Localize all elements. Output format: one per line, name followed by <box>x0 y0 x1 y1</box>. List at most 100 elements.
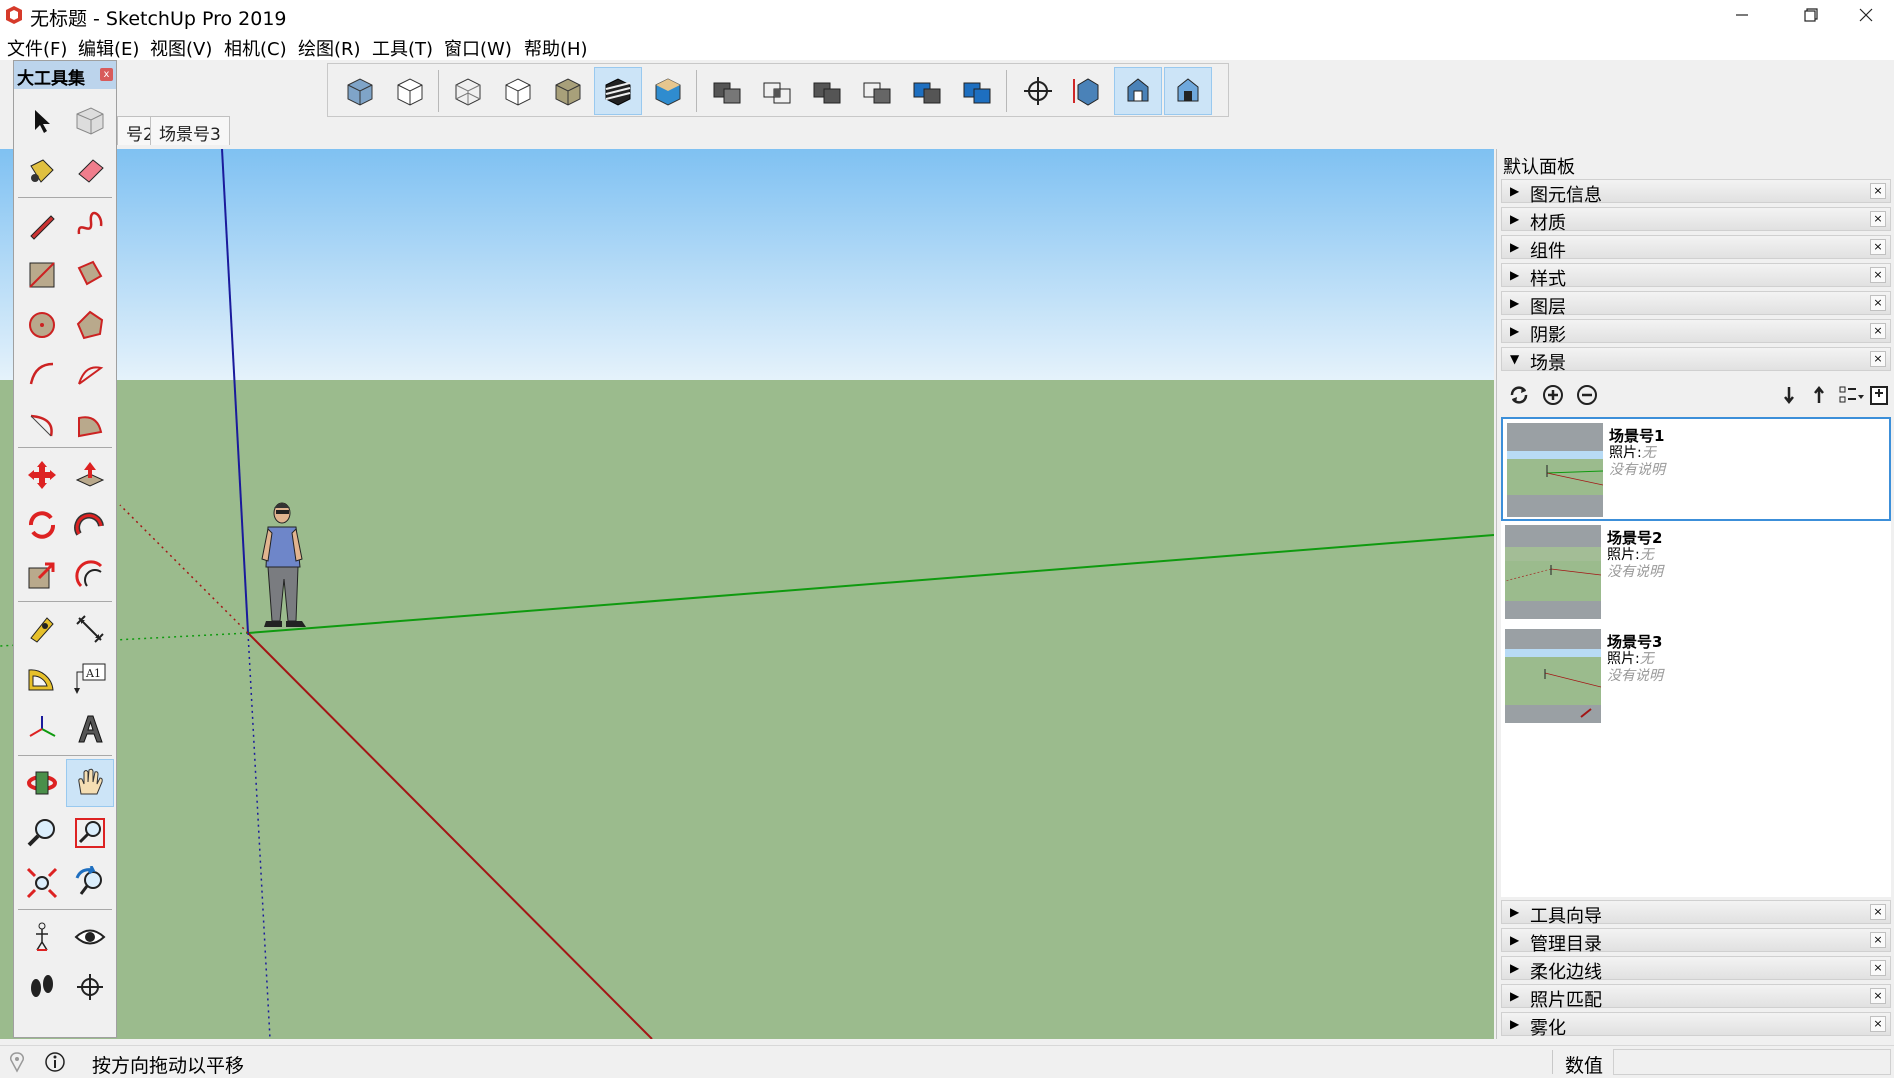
panel-outliner[interactable]: ▶ 管理目录 × <box>1501 928 1891 955</box>
text-label-icon[interactable]: A1 <box>66 655 114 703</box>
menu-draw[interactable]: 绘图(R) <box>298 35 361 61</box>
pan-hand-icon[interactable] <box>66 759 114 807</box>
shaded-style-icon[interactable] <box>544 67 592 115</box>
move-scene-up-icon[interactable] <box>1805 381 1833 409</box>
polygon-icon[interactable] <box>66 301 114 349</box>
panel-close-button[interactable]: × <box>1870 295 1886 311</box>
panel-scenes[interactable]: ▼ 场景 × <box>1501 347 1891 374</box>
panel-instructor[interactable]: ▶ 工具向导 × <box>1501 900 1891 927</box>
panel-close-button[interactable]: × <box>1870 323 1886 339</box>
shaded-textures-style-icon[interactable] <box>644 67 692 115</box>
pencil-line-icon[interactable] <box>18 201 66 249</box>
geo-location-icon[interactable] <box>6 1051 28 1078</box>
close-button[interactable] <box>1838 0 1894 30</box>
panel-components[interactable]: ▶ 组件 × <box>1501 235 1891 262</box>
menu-help[interactable]: 帮助(H) <box>524 35 588 61</box>
remove-scene-icon[interactable] <box>1573 381 1601 409</box>
panel-close-button[interactable]: × <box>1870 932 1886 948</box>
minimize-button[interactable] <box>1714 0 1770 30</box>
walk-icon[interactable] <box>18 963 66 1011</box>
measurements-input[interactable] <box>1613 1049 1891 1075</box>
previous-view-icon[interactable] <box>66 859 114 907</box>
protractor-icon[interactable] <box>18 655 66 703</box>
panel-close-button[interactable]: × <box>1870 1016 1886 1032</box>
arc-icon[interactable] <box>18 351 66 399</box>
menu-camera[interactable]: 相机(C) <box>224 35 287 61</box>
rectangle-icon[interactable] <box>18 251 66 299</box>
zoom-icon[interactable] <box>18 809 66 857</box>
panel-soften-edges[interactable]: ▶ 柔化边线 × <box>1501 956 1891 983</box>
zoom-extents-icon[interactable] <box>18 859 66 907</box>
xray-style-icon[interactable] <box>444 67 492 115</box>
axes-icon[interactable] <box>18 705 66 753</box>
follow-me-icon[interactable] <box>66 501 114 549</box>
top-view-icon[interactable] <box>386 67 434 115</box>
panel-close-button[interactable]: × <box>1870 351 1886 367</box>
union-icon[interactable] <box>804 67 852 115</box>
eraser-icon[interactable] <box>66 147 114 195</box>
pie-icon[interactable] <box>66 401 114 449</box>
two-point-arc-icon[interactable] <box>66 351 114 399</box>
panel-match-photo[interactable]: ▶ 照片匹配 × <box>1501 984 1891 1011</box>
menu-edit[interactable]: 编辑(E) <box>78 35 139 61</box>
add-scene-icon[interactable] <box>1539 381 1567 409</box>
monochrome-style-icon[interactable] <box>594 67 642 115</box>
iso-view-icon[interactable] <box>336 67 384 115</box>
intersect-icon[interactable] <box>754 67 802 115</box>
scene-tab-3[interactable]: 场景号3 <box>150 116 230 145</box>
scale-icon[interactable] <box>18 551 66 599</box>
panel-shadows[interactable]: ▶ 阴影 × <box>1501 319 1891 346</box>
position-camera-icon[interactable] <box>18 913 66 961</box>
move-scene-down-icon[interactable] <box>1775 381 1803 409</box>
scene-item-2[interactable]: 场景号2 照片:无 没有说明 <box>1501 521 1891 625</box>
rotate-icon[interactable] <box>18 501 66 549</box>
paint-bucket-icon[interactable] <box>18 147 66 195</box>
scene-item-3[interactable]: 场景号3 照片:无 没有说明 <box>1501 625 1891 729</box>
trim-icon[interactable] <box>904 67 952 115</box>
push-pull-icon[interactable] <box>66 451 114 499</box>
select-arrow-icon[interactable] <box>18 97 66 145</box>
large-tool-set-close-button[interactable]: x <box>100 68 113 81</box>
panel-close-button[interactable]: × <box>1870 211 1886 227</box>
update-scene-icon[interactable] <box>1505 381 1533 409</box>
section-plane-toolbar-icon[interactable] <box>1014 67 1062 115</box>
panel-close-button[interactable]: × <box>1870 960 1886 976</box>
move-icon[interactable] <box>18 451 66 499</box>
make-component-icon[interactable] <box>66 97 114 145</box>
menu-window[interactable]: 窗口(W) <box>444 35 512 61</box>
orbit-icon[interactable] <box>18 759 66 807</box>
circle-icon[interactable] <box>18 301 66 349</box>
dimension-icon[interactable] <box>66 605 114 653</box>
panel-entity-info[interactable]: ▶ 图元信息 × <box>1501 179 1891 206</box>
three-point-arc-icon[interactable] <box>18 401 66 449</box>
wireframe-style-icon[interactable] <box>494 67 542 115</box>
scene-item-1[interactable]: 场景号1 照片:无 没有说明 <box>1501 417 1891 521</box>
panel-close-button[interactable]: × <box>1870 267 1886 283</box>
3d-text-icon[interactable] <box>66 705 114 753</box>
menu-view[interactable]: 视图(V) <box>150 35 212 61</box>
panel-close-button[interactable]: × <box>1870 183 1886 199</box>
display-section-planes-icon[interactable] <box>1064 67 1112 115</box>
offset-icon[interactable] <box>66 551 114 599</box>
scene-canvas[interactable] <box>0 149 1494 1039</box>
rotated-rectangle-icon[interactable] <box>66 251 114 299</box>
info-icon[interactable] <box>44 1051 66 1078</box>
panel-close-button[interactable]: × <box>1870 239 1886 255</box>
panel-close-button[interactable]: × <box>1870 904 1886 920</box>
panel-materials[interactable]: ▶ 材质 × <box>1501 207 1891 234</box>
outer-shell-icon[interactable] <box>704 67 752 115</box>
section-plane-icon[interactable] <box>66 963 114 1011</box>
menu-file[interactable]: 文件(F) <box>7 35 67 61</box>
subtract-icon[interactable] <box>854 67 902 115</box>
split-icon[interactable] <box>954 67 1002 115</box>
panel-close-button[interactable]: × <box>1870 988 1886 1004</box>
display-section-cuts-icon[interactable] <box>1114 67 1162 115</box>
panel-styles[interactable]: ▶ 样式 × <box>1501 263 1891 290</box>
display-section-fill-icon[interactable] <box>1164 67 1212 115</box>
scene-details-icon[interactable] <box>1865 381 1893 409</box>
zoom-window-icon[interactable] <box>66 809 114 857</box>
tape-measure-icon[interactable] <box>18 605 66 653</box>
panel-layers[interactable]: ▶ 图层 × <box>1501 291 1891 318</box>
menu-tools[interactable]: 工具(T) <box>372 35 433 61</box>
restore-button[interactable] <box>1783 0 1839 30</box>
